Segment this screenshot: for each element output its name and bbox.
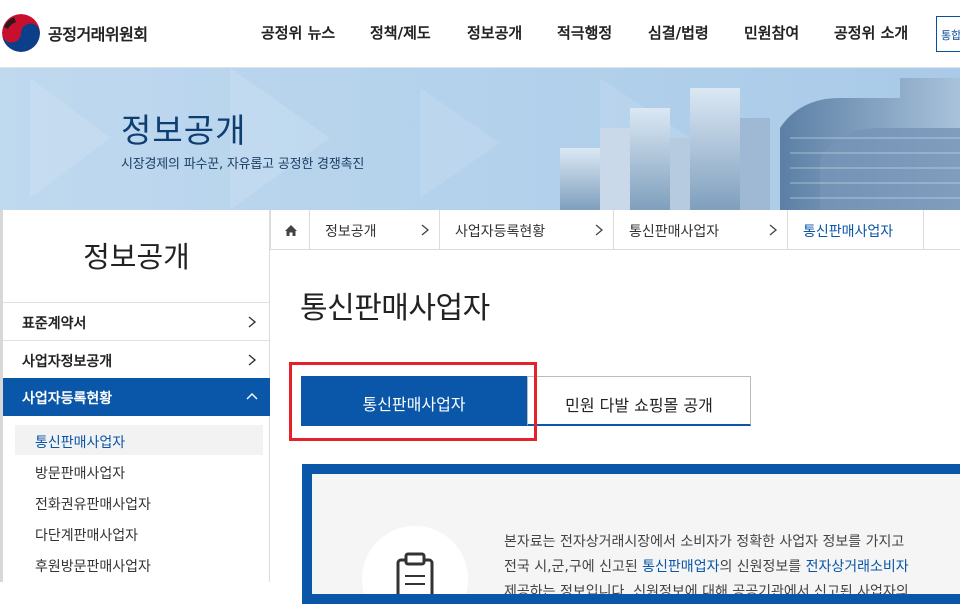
home-icon: [285, 225, 297, 236]
info-line-3: 제공하는 정보입니다. 신원정보에 대해 공공기관에서 신고된 사업자의: [504, 584, 909, 600]
info-text-segment: 의 신원정보를: [719, 559, 806, 575]
chevron-right-icon: [248, 354, 257, 366]
sidebar-subitem-label: 통신판매사업자: [35, 435, 126, 451]
sidebar-subitem-label: 전화권유판매사업자: [35, 497, 151, 513]
sidebar-item-business-info[interactable]: 사업자정보공개: [3, 341, 270, 379]
info-line-1: 본자료는 전자상거래시장에서 소비자가 정확한 사업자 정보를 가지고: [504, 534, 905, 550]
chevron-right-icon: [595, 224, 604, 236]
page-banner: 정보공개 시장경제의 파수꾼, 자유롭고 공정한 경쟁촉진: [0, 68, 960, 210]
nav-item-decisions[interactable]: 심결/법령: [648, 22, 709, 43]
sidebar-subitem-multilevel[interactable]: 다단계판매사업자: [15, 518, 263, 548]
integrated-search-button[interactable]: 통합: [936, 16, 960, 52]
breadcrumb-label: 사업자등록현황: [455, 224, 546, 240]
info-text: 본자료는 전자상거래시장에서 소비자가 정확한 사업자 정보를 가지고 전국 시…: [504, 530, 960, 600]
sidebar-item-standard-contracts[interactable]: 표준계약서: [3, 303, 270, 341]
sidebar-subitem-label: 후원방문판매사업자: [35, 559, 151, 575]
nav-item-civil[interactable]: 민원참여: [744, 22, 799, 43]
nav-item-policy[interactable]: 정책/제도: [370, 22, 431, 43]
breadcrumb-label: 통신판매사업자: [629, 224, 720, 240]
nav-item-active-admin[interactable]: 적극행정: [557, 22, 612, 43]
chevron-right-icon: [421, 224, 430, 236]
banner-subtitle: 시장경제의 파수꾼, 자유롭고 공정한 경쟁촉진: [121, 157, 365, 172]
clipboard-icon: [396, 552, 434, 594]
site-header: 공정거래위원회 공정위 뉴스 정책/제도 정보공개 적극행정 심결/법령 민원참…: [0, 0, 960, 68]
page-title: 통신판매사업자: [300, 291, 490, 326]
sidebar-item-label: 표준계약서: [22, 316, 87, 332]
sidebar-subitem-label: 방문판매사업자: [35, 466, 126, 482]
sidebar-subitem-door-to-door[interactable]: 방문판매사업자: [15, 456, 263, 486]
sidebar-subitem-label: 다단계판매사업자: [35, 528, 139, 544]
breadcrumb-label: 정보공개: [325, 224, 377, 240]
nav-item-info-disclosure[interactable]: 정보공개: [467, 22, 522, 43]
tab-label: 민원 다발 쇼핑몰 공개: [565, 396, 713, 415]
sidebar-item-registration-status[interactable]: 사업자등록현황: [3, 378, 270, 416]
breadcrumb-item-registration-status[interactable]: 사업자등록현황: [440, 210, 614, 250]
chevron-up-icon: [246, 393, 258, 400]
main-nav: 공정위 뉴스 정책/제도 정보공개 적극행정 심결/법령 민원참여 공정위 소개: [0, 22, 960, 44]
sidebar-subitem-sponsored-visit[interactable]: 후원방문판매사업자: [15, 549, 263, 579]
breadcrumb-item-current[interactable]: 통신판매사업자: [788, 210, 924, 250]
info-line-2: 전국 시,군,구에 신고된 통신판매업자의 신원정보를 전자상거래소비자: [504, 555, 960, 580]
chevron-right-icon: [248, 316, 257, 328]
nav-item-about[interactable]: 공정위 소개: [834, 22, 908, 43]
ecommerce-consumer-link[interactable]: 전자상거래소비자: [806, 559, 909, 575]
info-box: 본자료는 전자상거래시장에서 소비자가 정확한 사업자 정보를 가지고 전국 시…: [302, 464, 960, 604]
sidebar-subitem-mail-order[interactable]: 통신판매사업자: [15, 425, 263, 455]
highlight-annotation: [289, 362, 537, 441]
breadcrumb-item-mail-order[interactable]: 통신판매사업자: [614, 210, 788, 250]
sidebar-item-label: 사업자등록현황: [22, 391, 113, 407]
banner-title: 정보공개: [121, 111, 247, 150]
sidebar-title: 정보공개: [83, 240, 190, 274]
home-button[interactable]: [270, 210, 310, 250]
sidebar-item-label: 사업자정보공개: [22, 354, 113, 370]
breadcrumb-item-info-disclosure[interactable]: 정보공개: [310, 210, 440, 250]
sidebar: 정보공개 표준계약서 사업자정보공개 사업자등록현황 통신판매사업자 방문판매사…: [0, 210, 270, 582]
nav-item-news[interactable]: 공정위 뉴스: [261, 22, 335, 43]
tab-complaint-malls[interactable]: 민원 다발 쇼핑몰 공개: [527, 376, 751, 426]
info-circle: [362, 526, 468, 594]
breadcrumb: 정보공개 사업자등록현황 통신판매사업자 통신판매사업자: [270, 210, 960, 250]
sidebar-subitem-telemarketing[interactable]: 전화권유판매사업자: [15, 487, 263, 517]
info-text-segment: 전국 시,군,구에 신고된: [504, 559, 643, 575]
chevron-right-icon: [769, 224, 778, 236]
breadcrumb-label: 통신판매사업자: [803, 224, 894, 240]
mail-order-business-link[interactable]: 통신판매업자: [642, 559, 719, 575]
